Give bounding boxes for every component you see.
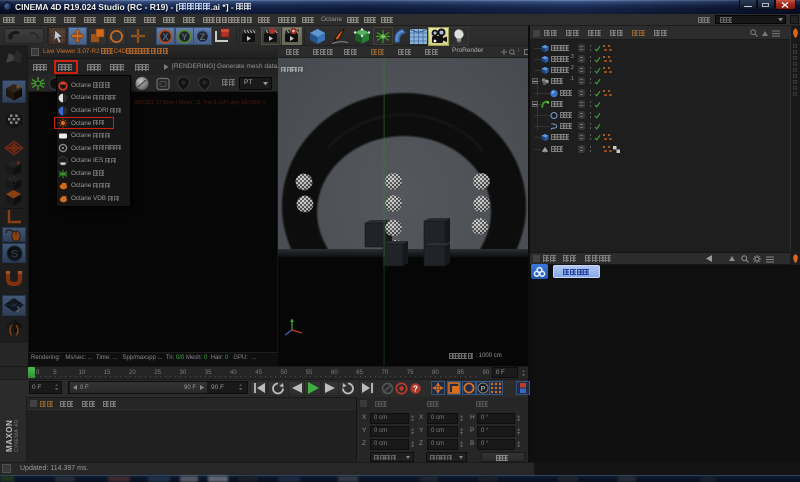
svg-text:S: S <box>10 248 17 260</box>
svg-text:Y: Y <box>181 32 187 42</box>
svg-text:( ): ( ) <box>9 324 20 336</box>
svg-text:P: P <box>480 384 485 393</box>
svg-text:?: ? <box>413 385 418 394</box>
svg-text:Z: Z <box>200 32 206 42</box>
svg-text:X: X <box>162 32 168 42</box>
